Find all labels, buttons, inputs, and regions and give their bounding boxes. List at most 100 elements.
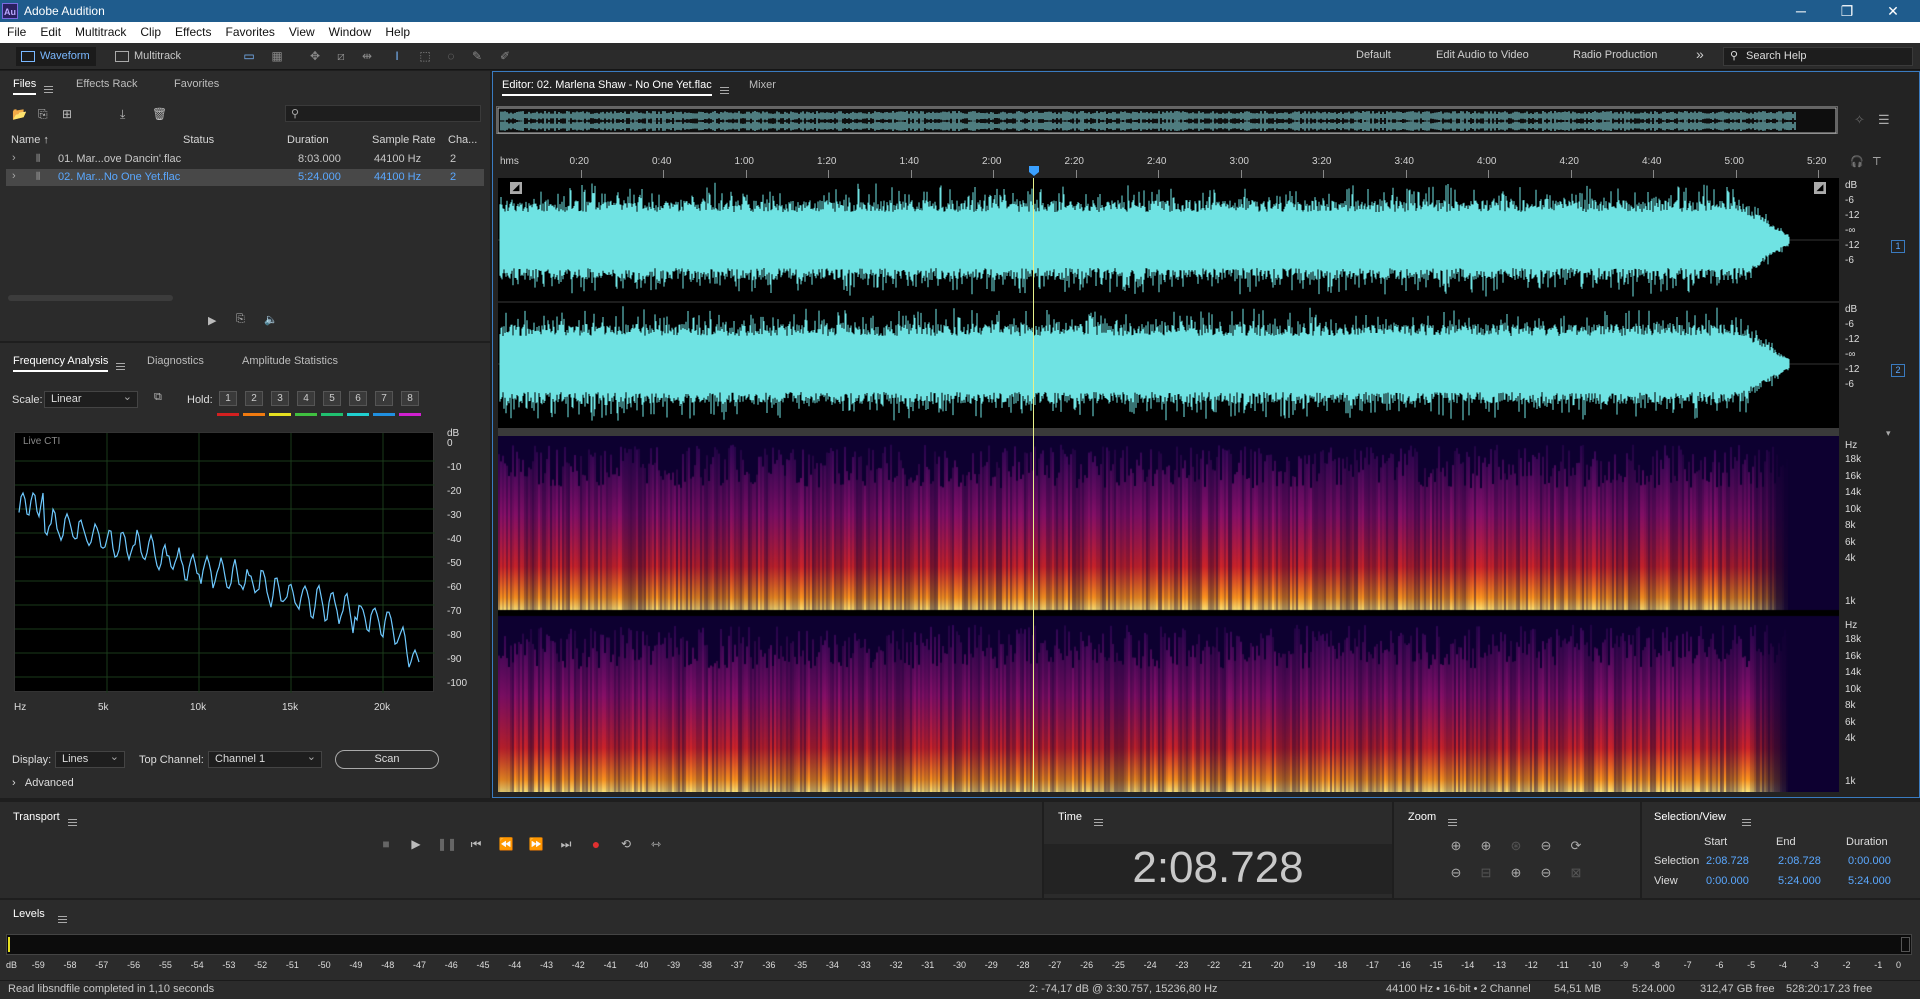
workspace-edit-audio-to-video[interactable]: Edit Audio to Video	[1436, 49, 1529, 61]
tab-diagnostics[interactable]: Diagnostics	[147, 355, 204, 367]
selection-duration[interactable]: 0:00.000	[1848, 855, 1891, 867]
tab-effects-rack[interactable]: Effects Rack	[76, 78, 138, 90]
view-duration[interactable]: 5:24.000	[1848, 875, 1891, 887]
zoom-selection-icon[interactable]: ⊠	[1566, 864, 1586, 882]
preview-loop-icon[interactable]: ⎘	[236, 313, 245, 326]
files-horizontal-scrollbar[interactable]	[8, 295, 173, 301]
hold-button-5[interactable]: 5	[323, 391, 341, 406]
stop-icon[interactable]: ■	[377, 835, 395, 853]
time-menu-icon[interactable]	[1094, 818, 1103, 826]
slip-tool-icon[interactable]: ⇹	[358, 48, 376, 65]
zoom-out-point-icon[interactable]: ⊖	[1536, 864, 1556, 882]
files-search-input[interactable]: ⚲	[285, 105, 481, 122]
move-tool-icon[interactable]: ✥	[306, 48, 324, 65]
hold-button-8[interactable]: 8	[401, 391, 419, 406]
tab-files[interactable]: Files	[13, 78, 37, 95]
col-channels[interactable]: Cha...	[448, 134, 477, 146]
workspace-radio-production[interactable]: Radio Production	[1573, 49, 1657, 61]
headphones-icon[interactable]: 🎧	[1850, 155, 1864, 168]
razor-tool-icon[interactable]: ⧄	[332, 48, 350, 65]
overview-navigator[interactable]	[496, 106, 1838, 134]
close-button[interactable]: ✕	[1870, 0, 1916, 22]
menu-favorites[interactable]: Favorites	[219, 22, 282, 39]
spectral-display-icon[interactable]: ▭	[240, 48, 258, 65]
hold-button-4[interactable]: 4	[297, 391, 315, 406]
spot-healing-tool-icon[interactable]: ✐	[496, 48, 514, 65]
display-dropdown[interactable]: Lines	[55, 750, 125, 768]
play-icon[interactable]: ▶	[407, 835, 425, 853]
tab-amplitude-statistics[interactable]: Amplitude Statistics	[242, 355, 338, 367]
hold-button-3[interactable]: 3	[271, 391, 289, 406]
menu-view[interactable]: View	[282, 22, 322, 39]
playhead-line[interactable]	[1033, 178, 1034, 792]
selection-end[interactable]: 2:08.728	[1778, 855, 1821, 867]
view-start[interactable]: 0:00.000	[1706, 875, 1749, 887]
skip-selection-icon[interactable]: ⇿	[647, 835, 665, 853]
col-sample-rate[interactable]: Sample Rate	[372, 134, 436, 146]
zoom-full-icon[interactable]: ⊟	[1476, 864, 1496, 882]
multitrack-view-button[interactable]: Multitrack	[110, 47, 187, 66]
minimize-button[interactable]: ─	[1778, 0, 1824, 22]
zoom-out-time-icon[interactable]: ⊖	[1446, 864, 1466, 882]
channel-toggle-2[interactable]: 2	[1891, 364, 1905, 377]
transport-menu-icon[interactable]	[68, 818, 77, 826]
hud-corner-icon[interactable]: ◢	[1814, 182, 1826, 194]
fast-forward-icon[interactable]: ⏩	[527, 835, 545, 853]
zoom-in-time-icon[interactable]: ⊕	[1476, 837, 1496, 855]
zoom-out-amplitude-icon[interactable]: ⊖	[1536, 837, 1556, 855]
hold-button-2[interactable]: 2	[245, 391, 263, 406]
brush-tool-icon[interactable]: ✎	[468, 48, 486, 65]
hold-button-6[interactable]: 6	[349, 391, 367, 406]
editor-menu-icon[interactable]	[720, 86, 729, 94]
time-selection-tool-icon[interactable]: I	[388, 48, 406, 65]
zoom-to-selection-icon[interactable]: ⊛	[1506, 837, 1526, 855]
menu-effects[interactable]: Effects	[168, 22, 218, 39]
expand-icon[interactable]: ›	[12, 152, 16, 164]
menu-file[interactable]: File	[0, 22, 33, 39]
search-help-input[interactable]: ⚲ Search Help	[1723, 47, 1913, 66]
expand-icon[interactable]: ›	[12, 170, 16, 182]
new-file-icon[interactable]: ⊞	[62, 107, 72, 121]
zoom-out-full-icon[interactable]: ✧	[1854, 112, 1865, 128]
top-channel-dropdown[interactable]: Channel 1	[208, 750, 322, 768]
waveform-display[interactable]: ◢ ◢	[498, 178, 1839, 428]
scan-button[interactable]: Scan	[335, 750, 439, 769]
zoom-in-point-icon[interactable]: ⊕	[1506, 864, 1526, 882]
table-row[interactable]: › ⫼ 01. Mar...ove Dancin'.flac 8:03.000 …	[6, 151, 484, 168]
col-status[interactable]: Status	[183, 134, 214, 146]
tab-frequency-analysis[interactable]: Frequency Analysis	[13, 355, 109, 372]
preview-autoplay-icon[interactable]: 🔈	[264, 313, 278, 326]
more-workspaces-button[interactable]: »	[1696, 46, 1704, 62]
channel-toggle-1[interactable]: 1	[1891, 240, 1905, 253]
frequency-panel-menu-icon[interactable]	[116, 362, 125, 370]
tab-favorites[interactable]: Favorites	[174, 78, 219, 90]
loop-icon[interactable]: ⟲	[617, 835, 635, 853]
preview-play-icon[interactable]: ▶	[208, 314, 216, 327]
menu-multitrack[interactable]: Multitrack	[68, 22, 133, 39]
pitch-display-icon[interactable]: ▦	[268, 48, 286, 65]
zoom-in-amplitude-icon[interactable]: ⊕	[1446, 837, 1466, 855]
lasso-tool-icon[interactable]: ◌	[442, 48, 460, 65]
hud-corner-icon[interactable]: ◢	[510, 182, 522, 194]
table-row[interactable]: › ⫼ 02. Mar...No One Yet.flac 5:24.000 4…	[6, 169, 484, 186]
advanced-toggle[interactable]: › Advanced	[12, 777, 74, 789]
hold-options-icon[interactable]: ⧉	[154, 391, 162, 404]
pin-icon[interactable]: ⊤	[1872, 155, 1882, 168]
menu-clip[interactable]: Clip	[133, 22, 168, 39]
selection-view-menu-icon[interactable]	[1742, 818, 1751, 826]
hold-button-1[interactable]: 1	[219, 391, 237, 406]
go-to-start-icon[interactable]: ⏮	[467, 835, 485, 853]
import-file-icon[interactable]: ⎘	[38, 107, 48, 122]
clip-indicator[interactable]	[1901, 937, 1910, 952]
hold-button-7[interactable]: 7	[375, 391, 393, 406]
rewind-icon[interactable]: ⏪	[497, 835, 515, 853]
marquee-tool-icon[interactable]: ⬚	[416, 48, 434, 65]
waveform-view-button[interactable]: Waveform	[16, 47, 96, 66]
tab-mixer[interactable]: Mixer	[749, 79, 776, 91]
maximize-button[interactable]: ❐	[1824, 0, 1870, 22]
menu-window[interactable]: Window	[322, 22, 379, 39]
scale-dropdown[interactable]: Linear	[44, 390, 138, 408]
zoom-reset-icon[interactable]: ⟳	[1566, 837, 1586, 855]
col-name[interactable]: Name ↑	[11, 134, 49, 146]
spectral-display[interactable]	[498, 436, 1839, 792]
